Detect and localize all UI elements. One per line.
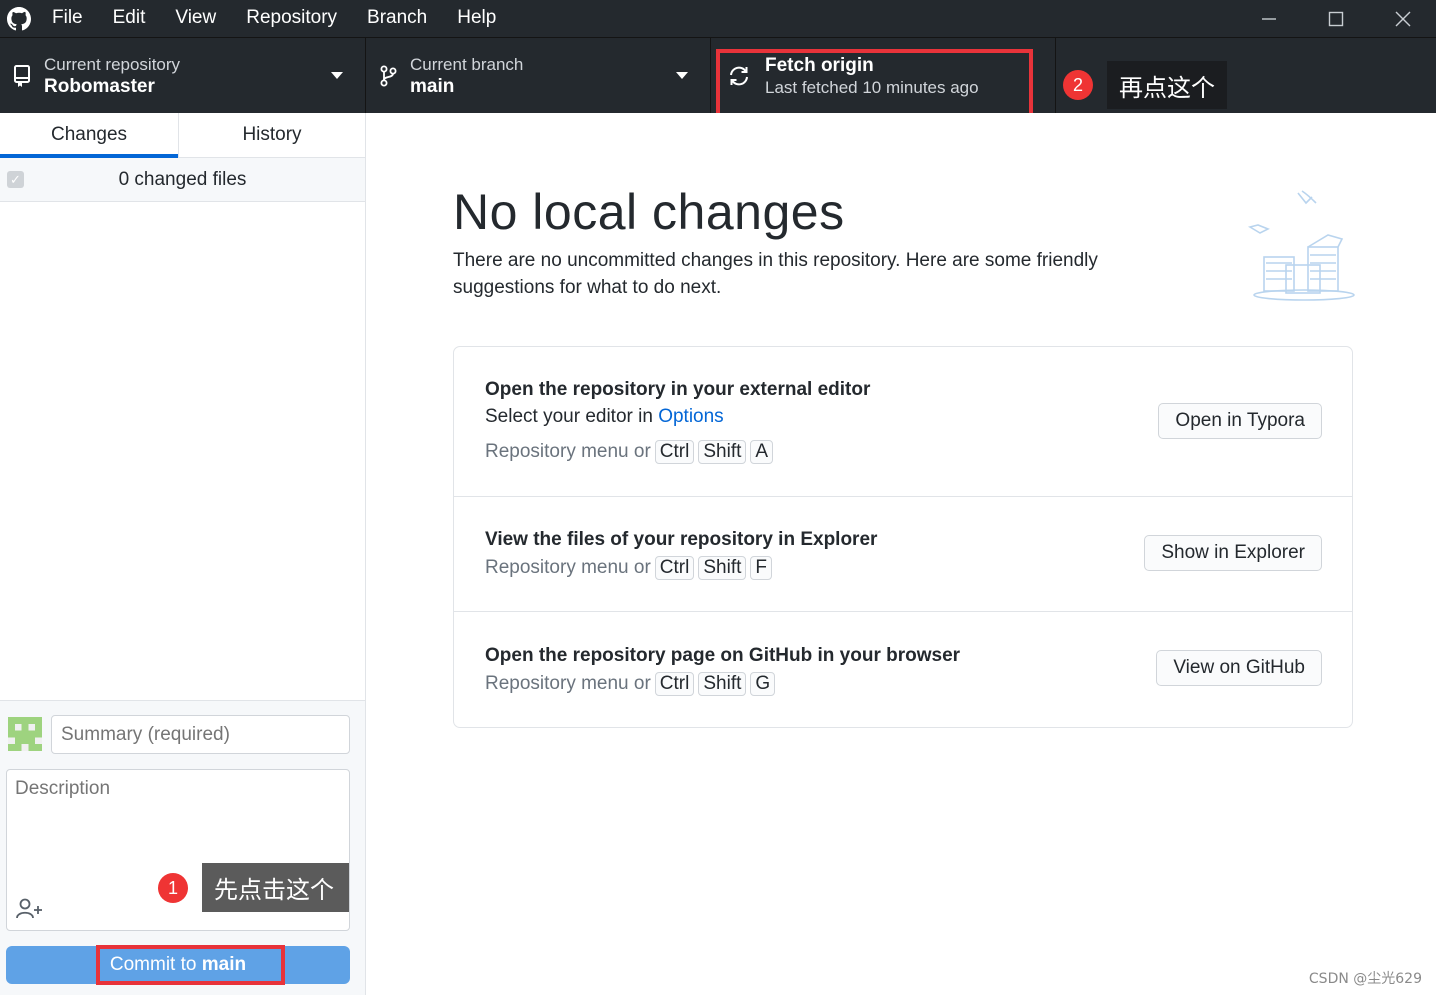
chevron-down-icon <box>331 72 343 79</box>
open-in-editor-button[interactable]: Open in Typora <box>1158 403 1322 439</box>
shortcut-prefix: Repository menu or <box>485 557 651 578</box>
step-2-badge: 2 <box>1063 70 1093 100</box>
current-branch-dropdown[interactable]: Current branch main <box>366 38 711 113</box>
menu-repository[interactable]: Repository <box>231 0 352 37</box>
options-link[interactable]: Options <box>658 406 723 427</box>
key-letter: A <box>750 440 774 464</box>
avatar <box>8 717 42 751</box>
current-branch-label: Current branch <box>410 54 524 74</box>
page-subtitle: There are no uncommitted changes in this… <box>453 250 1098 298</box>
show-in-explorer-button[interactable]: Show in Explorer <box>1144 535 1322 571</box>
menu-edit[interactable]: Edit <box>98 0 161 37</box>
suggestion-subtitle-text: Select your editor in <box>485 406 659 427</box>
suggestion-title: Open the repository page on GitHub in yo… <box>485 645 961 666</box>
suggestion-view-on-github: Open the repository page on GitHub in yo… <box>454 612 1352 728</box>
current-repository-dropdown[interactable]: Current repository Robomaster <box>0 38 366 113</box>
key-ctrl: Ctrl <box>654 440 695 464</box>
key-shift: Shift <box>698 672 747 696</box>
commit-highlight-box <box>96 945 285 985</box>
shortcut-prefix: Repository menu or <box>485 673 651 694</box>
summary-input[interactable] <box>51 715 350 754</box>
menu-help[interactable]: Help <box>442 0 511 37</box>
description-input[interactable] <box>15 778 335 868</box>
menu-view[interactable]: View <box>160 0 231 37</box>
step-2-callout: 再点这个 <box>1107 61 1227 109</box>
menu-file[interactable]: File <box>37 0 98 37</box>
key-letter: G <box>750 672 776 696</box>
title-bar: File Edit View Repository Branch Help <box>0 0 1436 37</box>
keyboard-shortcut: Repository menu or Ctrl Shift G <box>485 672 776 696</box>
minimize-icon[interactable] <box>1235 0 1302 37</box>
branch-icon <box>366 64 410 88</box>
close-icon[interactable] <box>1369 0 1436 37</box>
step-1-badge: 1 <box>158 873 188 903</box>
step-1-callout-text: 先点击这个 <box>214 876 334 904</box>
menu-branch[interactable]: Branch <box>352 0 442 37</box>
main-content: No local changes There are no uncommitte… <box>366 113 1436 995</box>
key-letter: F <box>750 556 772 580</box>
view-on-github-button[interactable]: View on GitHub <box>1156 650 1322 686</box>
key-shift: Shift <box>698 440 747 464</box>
shortcut-prefix: Repository menu or <box>485 441 651 462</box>
select-all-checkbox[interactable]: ✓ <box>7 171 24 188</box>
github-logo-icon[interactable] <box>0 0 37 37</box>
chevron-down-icon <box>676 72 688 79</box>
current-repository-label: Current repository <box>44 54 181 74</box>
empty-state-illustration-icon <box>1246 185 1356 305</box>
tab-changes[interactable]: Changes <box>0 113 178 158</box>
keyboard-shortcut: Repository menu or Ctrl Shift A <box>485 440 774 464</box>
current-branch-name: main <box>410 75 455 97</box>
page-title: No local changes <box>453 184 845 240</box>
menu-bar: File Edit View Repository Branch Help <box>37 0 511 37</box>
suggestion-subtitle: Select your editor in Options <box>485 406 724 428</box>
suggestion-title: Open the repository in your external edi… <box>485 379 871 400</box>
step-2-callout-text: 再点这个 <box>1119 73 1215 102</box>
repo-icon <box>0 64 44 88</box>
suggestion-external-editor: Open the repository in your external edi… <box>454 347 1352 497</box>
changed-files-header: ✓ 0 changed files <box>0 158 365 202</box>
key-shift: Shift <box>698 556 747 580</box>
suggestions-card: Open the repository in your external edi… <box>453 346 1353 728</box>
step-1-callout: 先点击这个 <box>202 863 349 912</box>
add-coauthor-icon[interactable] <box>15 896 45 922</box>
tab-history[interactable]: History <box>178 113 365 157</box>
key-ctrl: Ctrl <box>654 556 695 580</box>
sidebar-tabs: Changes History <box>0 113 365 158</box>
maximize-icon[interactable] <box>1302 0 1369 37</box>
keyboard-shortcut: Repository menu or Ctrl Shift F <box>485 556 772 580</box>
changed-files-count: 0 changed files <box>118 168 247 190</box>
suggestion-title: View the files of your repository in Exp… <box>485 529 878 550</box>
key-ctrl: Ctrl <box>654 672 695 696</box>
window-controls <box>1235 0 1436 37</box>
watermark: CSDN @尘光629 <box>1308 971 1422 987</box>
suggestion-show-in-explorer: View the files of your repository in Exp… <box>454 497 1352 612</box>
current-repository-name: Robomaster <box>44 75 155 97</box>
